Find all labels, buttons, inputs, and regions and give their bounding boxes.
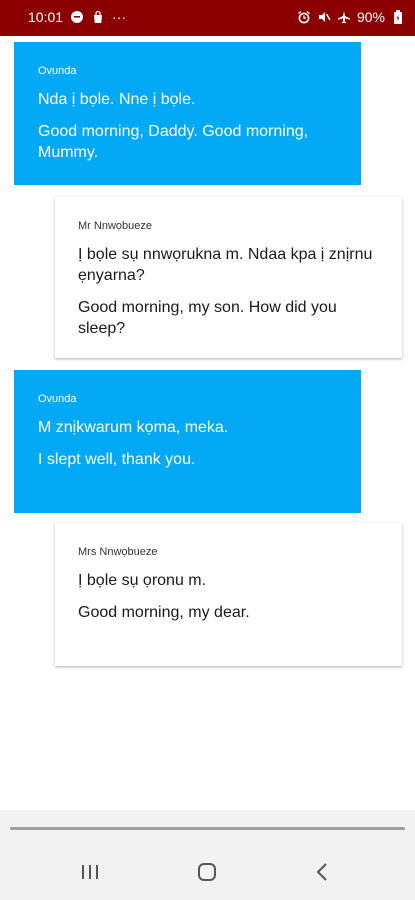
back-button[interactable] <box>302 858 342 890</box>
back-icon <box>315 862 329 887</box>
battery-percent: 90% <box>356 9 385 25</box>
message-bubble: Mrs Nnwọbueze Ị bọle sụ ọronu m. Good mo… <box>55 523 402 666</box>
igbo-text: Nda ị bọle. Nne ị bọle. <box>38 91 196 108</box>
recent-apps-icon <box>80 863 100 886</box>
home-icon <box>196 861 218 888</box>
more-notifications-indicator: ··· <box>112 9 127 25</box>
english-text: Good morning, Daddy. Good morning, Mummy… <box>38 123 309 161</box>
chat-bubble-icon <box>70 10 84 24</box>
speaker-name: Ovunda <box>38 65 77 77</box>
igbo-text: Ị bọle sụ nnwọrukna m. Ndaa kpa ị znịrnu… <box>78 246 373 284</box>
recent-apps-button[interactable] <box>70 858 110 890</box>
status-right: 90% <box>297 9 405 25</box>
igbo-text: Ị bọle sụ ọronu m. <box>78 572 207 589</box>
audio-progress-fill <box>10 827 405 830</box>
message-bubble: Ovunda M znịkwarum kọma, meka. I slept w… <box>14 370 361 513</box>
airplane-icon <box>337 10 351 24</box>
mute-icon <box>317 10 331 24</box>
status-time: 10:01 <box>28 9 64 25</box>
home-button[interactable] <box>187 858 227 890</box>
english-text: Good morning, my son. How did you sleep? <box>78 299 337 337</box>
audio-progress-track[interactable] <box>10 827 405 830</box>
battery-icon <box>391 10 405 24</box>
status-left: 10:01 ··· <box>28 9 126 25</box>
english-text: Good morning, my dear. <box>78 604 250 621</box>
status-bar: 10:01 ··· 90% <box>0 0 415 36</box>
shopping-bag-icon <box>91 10 105 24</box>
speaker-name: Mrs Nnwọbueze <box>78 546 158 558</box>
english-text: I slept well, thank you. <box>38 451 196 468</box>
alarm-icon <box>297 10 311 24</box>
speaker-name: Mr Nnwọbueze <box>78 220 152 232</box>
conversation-view[interactable]: Ovunda Nda ị bọle. Nne ị bọle. Good morn… <box>0 36 415 810</box>
igbo-text: M znịkwarum kọma, meka. <box>38 419 229 436</box>
bottom-navigation-area <box>0 810 415 900</box>
speaker-name: Ovunda <box>38 393 77 405</box>
message-bubble: Mr Nnwọbueze Ị bọle sụ nnwọrukna m. Ndaa… <box>55 197 402 358</box>
message-bubble: Ovunda Nda ị bọle. Nne ị bọle. Good morn… <box>14 42 361 185</box>
